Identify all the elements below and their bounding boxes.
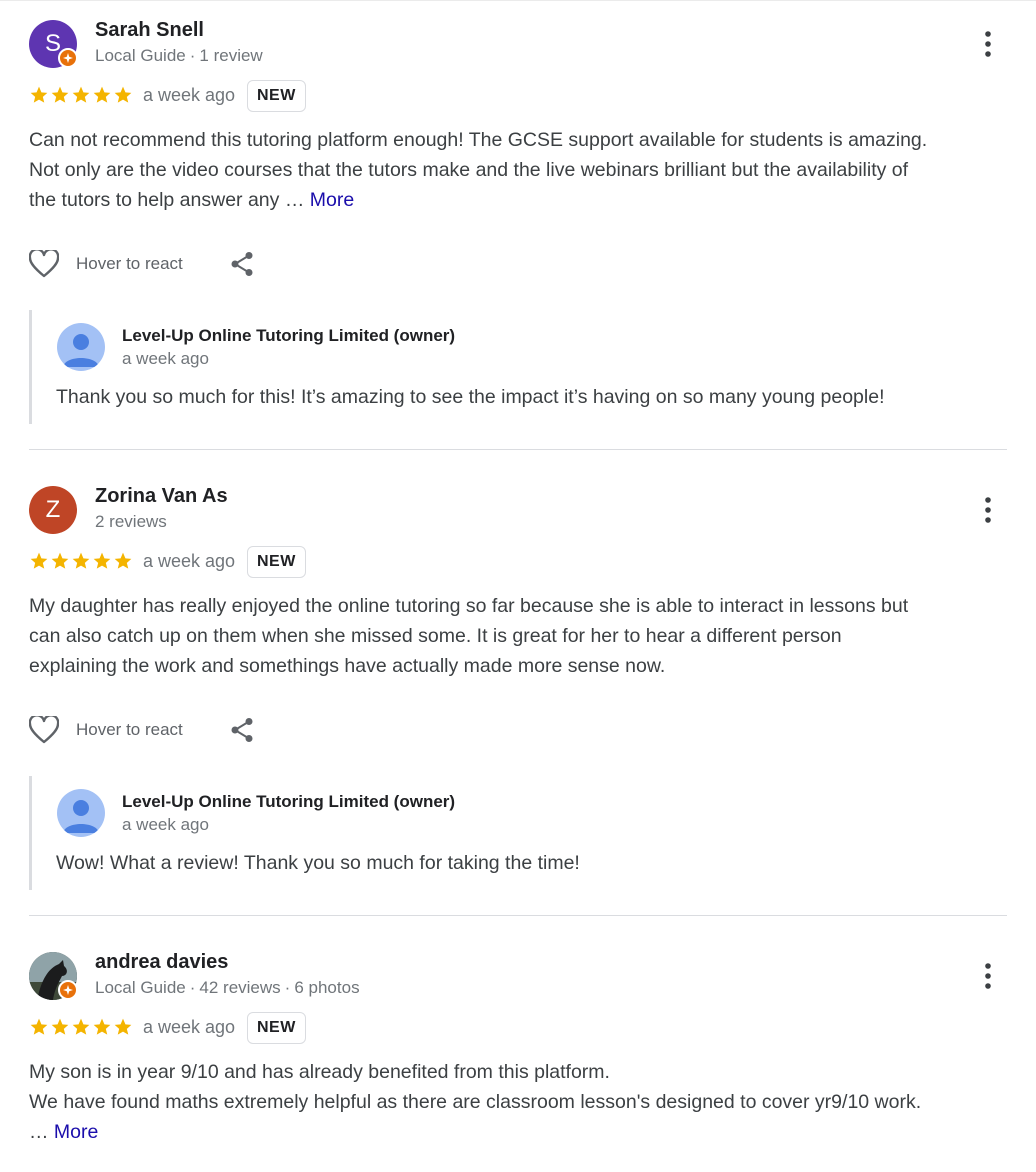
review-text-line: My daughter has really enjoyed the onlin… [29, 595, 909, 617]
star-icon [30, 1018, 48, 1035]
review-text-line: explaining the work and somethings have … [29, 655, 666, 677]
star-rating [29, 551, 133, 573]
meta-local-guide: Local Guide [95, 46, 186, 65]
star-icon [93, 1018, 111, 1035]
review-divider [29, 915, 1007, 916]
meta-review-count: 42 reviews [199, 978, 281, 997]
review-text-line: can also catch up on them when she misse… [29, 625, 842, 647]
heart-outline-icon[interactable] [29, 715, 59, 745]
review-date: a week ago [143, 1017, 236, 1037]
owner-reply: Level-Up Online Tutoring Limited (owner)… [29, 776, 1012, 890]
star-icon [51, 552, 69, 569]
local-guide-badge-icon [58, 980, 78, 1000]
owner-avatar [57, 789, 105, 837]
review-text: Can not recommend this tutoring platform… [29, 125, 1009, 215]
star-icon [114, 86, 132, 103]
more-vert-icon[interactable] [976, 28, 1000, 60]
new-badge: NEW [247, 1012, 306, 1044]
star-icon [51, 1018, 69, 1035]
more-link[interactable]: More [310, 189, 354, 211]
reviewer-name[interactable]: Sarah Snell [95, 19, 204, 42]
top-divider [0, 0, 1036, 1]
star-icon [30, 86, 48, 103]
star-icon [72, 86, 90, 103]
reviewer-meta: Local Guide · 42 reviews · 6 photos [95, 978, 360, 997]
reviewer-meta: 2 reviews [95, 512, 167, 532]
owner-reply-date: a week ago [122, 815, 209, 834]
reaction-row: Hover to react [29, 249, 255, 279]
meta-review-count: 1 review [199, 46, 263, 65]
review-text-line: the tutors to help answer any … More [29, 185, 1009, 215]
star-icon [114, 1018, 132, 1035]
share-icon[interactable] [229, 251, 255, 277]
star-rating [29, 85, 133, 107]
meta-review-count: 2 reviews [95, 512, 167, 531]
review-date: a week ago [143, 551, 236, 571]
star-icon [30, 552, 48, 569]
meta-photo-count: 6 photos [294, 978, 360, 997]
new-badge: NEW [247, 80, 306, 112]
owner-reply: Level-Up Online Tutoring Limited (owner)… [29, 310, 1012, 424]
avatar[interactable]: Z [29, 486, 77, 534]
local-guide-badge-icon [58, 48, 78, 68]
star-icon [93, 86, 111, 103]
share-icon[interactable] [229, 717, 255, 743]
review-text-line: … More [29, 1117, 1009, 1147]
owner-reply-date: a week ago [122, 349, 209, 368]
more-link[interactable]: More [54, 1121, 98, 1143]
star-rating [29, 1017, 133, 1039]
review-text-line: My son is in year 9/10 and has already b… [29, 1061, 610, 1083]
star-icon [93, 552, 111, 569]
review-text: My son is in year 9/10 and has already b… [29, 1057, 1009, 1147]
owner-avatar [57, 323, 105, 371]
reviewer-meta: Local Guide · 1 review [95, 46, 263, 65]
avatar-letter: Z [45, 496, 61, 523]
owner-reply-text: Wow! What a review! Thank you so much fo… [56, 852, 580, 874]
star-icon [72, 1018, 90, 1035]
more-vert-icon[interactable] [976, 960, 1000, 992]
more-vert-icon[interactable] [976, 494, 1000, 526]
new-badge: NEW [247, 546, 306, 578]
meta-local-guide: Local Guide [95, 978, 186, 997]
review-text: My daughter has really enjoyed the onlin… [29, 591, 1009, 681]
heart-outline-icon[interactable] [29, 249, 59, 279]
reviewer-name[interactable]: Zorina Van As [95, 485, 228, 508]
review-divider [29, 449, 1007, 450]
review-date: a week ago [143, 85, 236, 105]
owner-name: Level-Up Online Tutoring Limited (owner) [122, 326, 456, 345]
star-icon [114, 552, 132, 569]
review-text-line: Can not recommend this tutoring platform… [29, 129, 928, 151]
owner-reply-text: Thank you so much for this! It’s amazing… [56, 386, 885, 408]
review-text-fragment: … [29, 1121, 54, 1143]
star-icon [72, 552, 90, 569]
reaction-row: Hover to react [29, 715, 255, 745]
review-text-line: Not only are the video courses that the … [29, 159, 909, 181]
review-text-line: We have found maths extremely helpful as… [29, 1091, 922, 1113]
react-label: Hover to react [76, 720, 183, 739]
reviewer-name[interactable]: andrea davies [95, 951, 228, 974]
owner-name: Level-Up Online Tutoring Limited (owner) [122, 792, 456, 811]
star-icon [51, 86, 69, 103]
review-text-fragment: the tutors to help answer any … [29, 189, 310, 211]
react-label: Hover to react [76, 254, 183, 273]
